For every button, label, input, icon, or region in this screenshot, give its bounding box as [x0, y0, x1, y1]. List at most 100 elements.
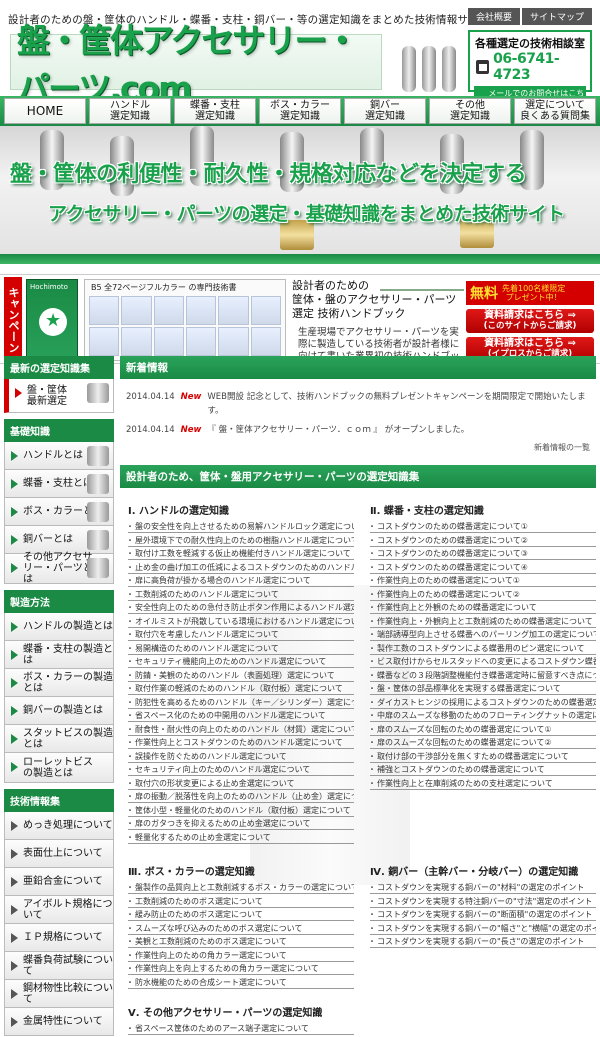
global-nav: HOME ハンドル 選定知識 蝶番・支柱 選定知識 ボス・カラー 選定知識 銅バ… — [0, 96, 600, 126]
knowledge-link[interactable]: オイルミストが飛散している環境におけるハンドル選定について — [128, 616, 354, 628]
knowledge-link[interactable]: 防犯性を高めるためのハンドル（キー／シリンダー）選定について — [128, 697, 354, 709]
nav-other[interactable]: その他 選定知識 — [429, 98, 511, 124]
company-link[interactable]: 会社概要 — [467, 8, 520, 25]
sidebar-item-method-stud[interactable]: スタットビスの製造とは — [4, 725, 114, 753]
handbook-title: Hochimoto — [30, 283, 68, 291]
knowledge-link[interactable]: 防錆・美観のためのハンドル（表面処理）選定について — [128, 670, 354, 682]
nav-faq[interactable]: 選定について 良くある質問集 — [514, 98, 596, 124]
knowledge-link[interactable]: 止め金の曲げ加工の低減によるコストダウンのためのハンドル選定について — [128, 562, 354, 574]
handbook-cover[interactable]: Hochimoto — [26, 279, 78, 361]
knowledge-link[interactable]: 作業性向上を向上するための角カラー選定について — [128, 963, 354, 975]
knowledge-link[interactable]: 盤・筐体の部品標準化を実現する蝶番選定について — [370, 683, 596, 695]
sidebar-item-metal[interactable]: 金属特性について — [4, 1008, 114, 1036]
knowledge-link[interactable]: 補強とコストダウンのための蝶番選定について — [370, 764, 596, 776]
knowledge-link[interactable]: 製作工数のコストダウンによる蝶番用のピン選定について — [370, 643, 596, 655]
knowledge-link[interactable]: 扉に高負荷が掛かる場合のハンドル選定について — [128, 575, 354, 587]
knowledge-link[interactable]: 軽量化するための止め金選定について — [128, 832, 354, 844]
knowledge-link[interactable]: 耐食性・耐火性の向上のためのハンドル（材質）選定について — [128, 724, 354, 736]
knowledge-link[interactable]: 作業性向上のための蝶番選定について① — [370, 575, 596, 587]
nav-copper[interactable]: 銅バー 選定知識 — [344, 98, 426, 124]
knowledge-link[interactable]: コストダウンを実現する銅バーの"断面積"の選定のポイント — [370, 909, 596, 921]
sitemap-link[interactable]: サイトマップ — [521, 8, 592, 25]
knowledge-link[interactable]: 工数削減のためのボス選定について — [128, 896, 354, 908]
knowledge-link[interactable]: 扉のガタつきを抑えるための止め金選定について — [128, 818, 354, 830]
knowledge-link[interactable]: 省スペース筐体のためのアース端子選定について — [128, 1023, 354, 1035]
knowledge-link[interactable]: 作業性向上と在庫削減のための支柱選定について — [370, 778, 596, 790]
sidebar-item-steel[interactable]: 鋼材物性比較について — [4, 980, 114, 1008]
knowledge-link[interactable]: 取付け部の干渉部分を無くすための蝶番選定について — [370, 751, 596, 763]
knowledge-link[interactable]: 筐体小型・軽量化のためのハンドル（取付板）選定について — [128, 805, 354, 817]
knowledge-link[interactable]: 緩み防止のためのボス選定について — [128, 909, 354, 921]
knowledge-link[interactable]: 取付作業の軽減のためのハンドル（取付板）選定について — [128, 683, 354, 695]
sidebar-item-boss[interactable]: ボス・カラーとは — [4, 498, 114, 526]
knowledge-link[interactable]: スムーズな呼び込みのためのボス選定について — [128, 923, 354, 935]
knowledge-link[interactable]: 盤の安全性を向上させるための易解ハンドルロック選定について — [128, 521, 354, 533]
knowledge-link[interactable]: 作業性向上のための角カラー選定について — [128, 950, 354, 962]
knowledge-link[interactable]: 取付穴を考慮したハンドル選定について — [128, 629, 354, 641]
contact-box[interactable]: 各種選定の技術相談室 06-6741-4723 メールでのお問合せはこちら — [468, 30, 592, 112]
request-site-button[interactable]: 資料請求はこちら ⇒ (このサイトからご請求) — [466, 309, 594, 333]
knowledge-link[interactable]: 作業性向上・外観向上と工数削減のための蝶番選定について — [370, 616, 596, 628]
knowledge-link[interactable]: コストダウンのための蝶番選定について④ — [370, 562, 596, 574]
free-sub: 先着100名様限定 プレゼント中！ — [502, 284, 566, 302]
sidebar-item-hinge[interactable]: 蝶番・支柱とは — [4, 470, 114, 498]
sidebar-item-other[interactable]: その他アクセサリー・パーツとは — [4, 552, 114, 585]
knowledge-link[interactable]: 蝶番などの３段階調整機能付き蝶番選定時に留意すべき点について — [370, 670, 596, 682]
knowledge-link[interactable]: 盤製作の品質向上と工数削減するボス・カラーの選定について — [128, 882, 354, 894]
knowledge-link[interactable]: コストダウンを実現する銅バーの"材料"の選定のポイント — [370, 882, 596, 894]
site-logo[interactable]: 盤・筐体アクセサリー・パーツ.com — [10, 21, 382, 108]
news-text: 『 盤・筐体アクセサリー・パーツ．ｃｏｍ 』 がオープンしました。 — [207, 425, 470, 435]
knowledge-link[interactable]: ダイカストヒンジの採用によるコストダウンのための蝶番選定について — [370, 697, 596, 709]
sidebar-item-zinc[interactable]: 亜鉛合金について — [4, 868, 114, 896]
sidebar-item-load-test[interactable]: 蝶番負荷試験について — [4, 952, 114, 980]
sidebar-item-latest[interactable]: 盤・筐体 最新選定 — [4, 379, 114, 413]
knowledge-link[interactable]: 誤操作を防ぐためのハンドル選定について — [128, 751, 354, 763]
knowledge-link[interactable]: 取付け工数を軽減する仮止め機能付きハンドル選定について — [128, 548, 354, 560]
sidebar-item-method-boss[interactable]: ボス・カラーの製造とは — [4, 669, 114, 697]
knowledge-link[interactable]: 作業性向上のための蝶番選定について② — [370, 589, 596, 601]
sidebar-item-finish[interactable]: 表面仕上について — [4, 840, 114, 868]
nav-handle[interactable]: ハンドル 選定知識 — [89, 98, 171, 124]
handbook-pages-image[interactable]: B5 全72ページフルカラー の専門技術書 — [84, 279, 286, 361]
knowledge-link[interactable]: コストダウンのための蝶番選定について② — [370, 535, 596, 547]
knowledge-link[interactable]: コストダウンを実現する銅バーの"長さ"の選定のポイント — [370, 936, 596, 948]
knowledge-link[interactable]: コストダウンのための蝶番選定について① — [370, 521, 596, 533]
nav-hinge[interactable]: 蝶番・支柱 選定知識 — [174, 98, 256, 124]
knowledge-link[interactable]: 工数削減のためのハンドル選定について — [128, 589, 354, 601]
sidebar-item-method-copper[interactable]: 銅バーの製造とは — [4, 697, 114, 725]
knowledge-link[interactable]: ビス取付けからセルスタッドへの変更によるコストダウン蝶番選定について — [370, 656, 596, 668]
sidebar-item-copper[interactable]: 銅バーとは — [4, 526, 114, 554]
knowledge-link[interactable]: 作業性向上と外観のための蝶番選定について — [370, 602, 596, 614]
knowledge-link[interactable]: 易開構造のためのハンドル選定について — [128, 643, 354, 655]
knowledge-link[interactable]: 扉の振動／脱落性を向上のためのハンドル（止め金）選定について — [128, 791, 354, 803]
knowledge-link[interactable]: 扉のスムーズな回転のための蝶番選定について① — [370, 724, 596, 736]
knowledge-link[interactable]: 取付穴の形状変更による止め金選定について — [128, 778, 354, 790]
sidebar-item-method-hinge[interactable]: 蝶番・支柱の製造とは — [4, 641, 114, 669]
news-item[interactable]: 2014.04.14 New WEB開設 記念として、技術ハンドブックの無料プレ… — [126, 390, 590, 418]
sidebar-item-eyebolt[interactable]: アイボルト規格について — [4, 896, 114, 924]
news-item[interactable]: 2014.04.14 New 『 盤・筐体アクセサリー・パーツ．ｃｏｍ 』 がオ… — [126, 423, 590, 437]
knowledge-link[interactable]: 安全性向上のための急付き防止ボタン作用によるハンドル選定について — [128, 602, 354, 614]
knowledge-link[interactable]: 作業性向上とコストダウンのためのハンドル選定について — [128, 737, 354, 749]
knowledge-link[interactable]: 省スペース化のための中開用のハンドル選定について — [128, 710, 354, 722]
sidebar-item-ip[interactable]: ＩＰ規格について — [4, 924, 114, 952]
nav-home[interactable]: HOME — [4, 98, 86, 124]
knowledge-link[interactable]: コストダウンを実現する特注銅バーの"寸法"選定のポイント — [370, 896, 596, 908]
sidebar-item-plating[interactable]: めっき処理について — [4, 812, 114, 840]
sidebar-item-handle[interactable]: ハンドルとは — [4, 442, 114, 470]
knowledge-link[interactable]: コストダウンを実現する銅バーの"幅さ"と"横幅"の選定のポイント — [370, 923, 596, 935]
knowledge-link[interactable]: 美観と工数削減のためのボス選定について — [128, 936, 354, 948]
nav-boss[interactable]: ボス・カラー 選定知識 — [259, 98, 341, 124]
knowledge-link[interactable]: セキュリティ向上のためのハンドル選定について — [128, 764, 354, 776]
knowledge-link[interactable]: 中扉のスムーズな移動のためのフローティングナットの選定について — [370, 710, 596, 722]
knowledge-link[interactable]: 端部誘導型向上させる蝶番へのパーリング加工の選定について — [370, 629, 596, 641]
knowledge-link[interactable]: 屋外環境下での耐久性向上のための樹脂ハンドル選定について — [128, 535, 354, 547]
sidebar-item-method-handle[interactable]: ハンドルの製造とは — [4, 613, 114, 641]
knowledge-link[interactable]: 防水機能のための合成シート選定について — [128, 977, 354, 989]
knowledge-link[interactable]: コストダウンのための蝶番選定について③ — [370, 548, 596, 560]
free-badge: 無料 先着100名様限定 プレゼント中！ — [466, 281, 594, 305]
news-more-link[interactable]: 新着情報の一覧 — [126, 441, 590, 455]
sidebar-item-method-knurl[interactable]: ローレットビスの製造とは — [4, 753, 114, 783]
knowledge-link[interactable]: セキュリティ機能向上のためのハンドル選定について — [128, 656, 354, 668]
knowledge-link[interactable]: 扉のスムーズな回転のための蝶番選定について② — [370, 737, 596, 749]
